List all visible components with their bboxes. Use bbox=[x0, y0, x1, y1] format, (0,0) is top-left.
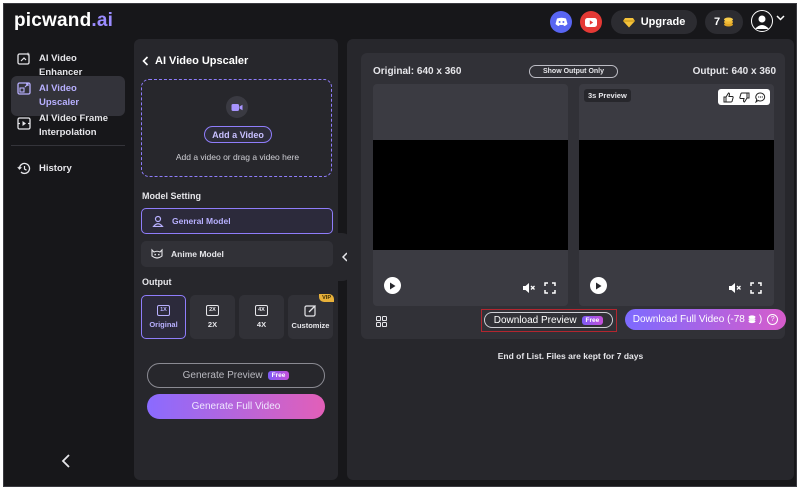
resolution-1x-icon: 1X bbox=[157, 305, 170, 316]
feedback-bar bbox=[718, 89, 770, 105]
anime-model-option[interactable]: Anime Model bbox=[141, 241, 333, 267]
upscaler-panel: AI Video Upscaler Add a Video Add a vide… bbox=[134, 39, 338, 480]
sidebar-item-label: History bbox=[39, 163, 72, 174]
generate-full-video-button[interactable]: Generate Full Video bbox=[147, 394, 325, 419]
upgrade-button[interactable]: Upgrade bbox=[611, 10, 697, 34]
results-panel: Original: 640 x 360 Show Output Only Out… bbox=[347, 39, 794, 480]
output-option-label: 2X bbox=[207, 320, 218, 329]
download-preview-button[interactable]: Download Preview Free bbox=[484, 312, 613, 328]
preview-duration-badge: 3s Preview bbox=[584, 89, 631, 102]
download-full-suffix: ) bbox=[758, 314, 763, 325]
person-icon bbox=[152, 215, 164, 227]
mute-icon[interactable] bbox=[728, 282, 741, 294]
download-full-video-button[interactable]: Download Full Video (-78 ) ? bbox=[625, 309, 786, 330]
model-label: Anime Model bbox=[171, 249, 224, 259]
vip-badge: VIP bbox=[319, 294, 334, 302]
output-video-player[interactable]: 3s Preview bbox=[579, 84, 774, 306]
model-setting-label: Model Setting bbox=[142, 191, 201, 201]
thumbs-down-icon[interactable] bbox=[738, 92, 750, 103]
edit-icon bbox=[304, 305, 316, 317]
resolution-2x-icon: 2X bbox=[206, 305, 219, 316]
output-resolution-label: Output: 640 x 360 bbox=[692, 66, 776, 77]
sidebar-item-history[interactable]: History bbox=[11, 156, 125, 182]
avatar[interactable] bbox=[751, 10, 773, 32]
original-video-player[interactable] bbox=[373, 84, 568, 306]
collapse-sidebar-icon[interactable] bbox=[60, 454, 72, 468]
panel-title-text: AI Video Upscaler bbox=[155, 55, 249, 67]
resolution-4x-icon: 4X bbox=[255, 305, 268, 316]
play-icon[interactable] bbox=[384, 277, 401, 294]
free-badge: Free bbox=[267, 371, 290, 380]
original-resolution-label: Original: 640 x 360 bbox=[373, 66, 462, 77]
history-icon bbox=[17, 162, 31, 175]
end-of-list-text: End of List. Files are kept for 7 days bbox=[497, 351, 644, 361]
output-option-2x[interactable]: 2X 2X bbox=[190, 295, 235, 339]
sidebar-divider bbox=[11, 145, 125, 146]
app-window: picwand.ai Upgrade 7 AI Video Enhancer A… bbox=[3, 3, 797, 487]
fullscreen-icon[interactable] bbox=[544, 282, 556, 294]
upgrade-label: Upgrade bbox=[640, 16, 686, 28]
output-option-original[interactable]: 1X Original bbox=[141, 295, 186, 339]
interpolation-icon bbox=[17, 117, 31, 130]
video-dropzone[interactable]: Add a Video Add a video or drag a video … bbox=[141, 79, 332, 177]
download-full-label: Download Full Video (-78 bbox=[632, 314, 745, 325]
discord-icon[interactable] bbox=[550, 11, 572, 33]
help-icon[interactable]: ? bbox=[767, 314, 779, 325]
download-preview-label: Download Preview bbox=[493, 314, 577, 326]
show-output-only-button[interactable]: Show Output Only bbox=[529, 65, 618, 78]
generate-preview-button[interactable]: Generate Preview Free bbox=[147, 363, 325, 388]
youtube-icon[interactable] bbox=[580, 11, 602, 33]
coin-icon bbox=[748, 315, 756, 324]
download-preview-highlight: Download Preview Free bbox=[481, 309, 617, 332]
generate-preview-label: Generate Preview bbox=[182, 370, 263, 381]
layout-grid-icon[interactable] bbox=[376, 316, 387, 327]
general-model-option[interactable]: General Model bbox=[141, 208, 333, 234]
video-camera-icon bbox=[226, 96, 248, 118]
sidebar-item-frame-interpolation[interactable]: AI Video Frame Interpolation bbox=[11, 106, 125, 146]
panel-title[interactable]: AI Video Upscaler bbox=[142, 55, 248, 67]
model-label: General Model bbox=[172, 216, 231, 226]
brand-logo[interactable]: picwand.ai bbox=[14, 10, 113, 32]
output-label: Output bbox=[142, 277, 172, 287]
output-option-label: Customize bbox=[291, 321, 330, 330]
output-option-label: 4X bbox=[256, 320, 267, 329]
free-badge: Free bbox=[581, 315, 604, 325]
diamond-icon bbox=[622, 17, 635, 27]
video-screen bbox=[579, 140, 774, 250]
top-bar: picwand.ai Upgrade 7 bbox=[4, 4, 796, 40]
coin-stack-icon bbox=[724, 17, 734, 27]
add-video-button[interactable]: Add a Video bbox=[204, 126, 272, 143]
credits-badge[interactable]: 7 bbox=[705, 10, 743, 34]
play-icon[interactable] bbox=[590, 277, 607, 294]
mute-icon[interactable] bbox=[522, 282, 535, 294]
fullscreen-icon[interactable] bbox=[750, 282, 762, 294]
comment-icon[interactable] bbox=[754, 91, 766, 103]
output-option-4x[interactable]: 4X 4X bbox=[239, 295, 284, 339]
back-chevron-icon[interactable] bbox=[142, 56, 149, 66]
output-option-label: Original bbox=[149, 320, 178, 329]
sidebar-item-label: AI Video Frame Interpolation bbox=[39, 113, 108, 138]
thumbs-up-icon[interactable] bbox=[723, 91, 734, 103]
chevron-down-icon[interactable] bbox=[776, 15, 785, 21]
drop-hint: Add a video or drag a video here bbox=[175, 152, 300, 162]
result-card: Original: 640 x 360 Show Output Only Out… bbox=[361, 53, 786, 339]
enhance-icon bbox=[17, 52, 31, 65]
credits-count: 7 bbox=[713, 16, 721, 28]
anime-face-icon bbox=[151, 248, 163, 259]
upscale-icon bbox=[17, 82, 31, 95]
output-option-customize[interactable]: VIP Customize bbox=[288, 294, 334, 339]
video-screen bbox=[373, 140, 568, 250]
